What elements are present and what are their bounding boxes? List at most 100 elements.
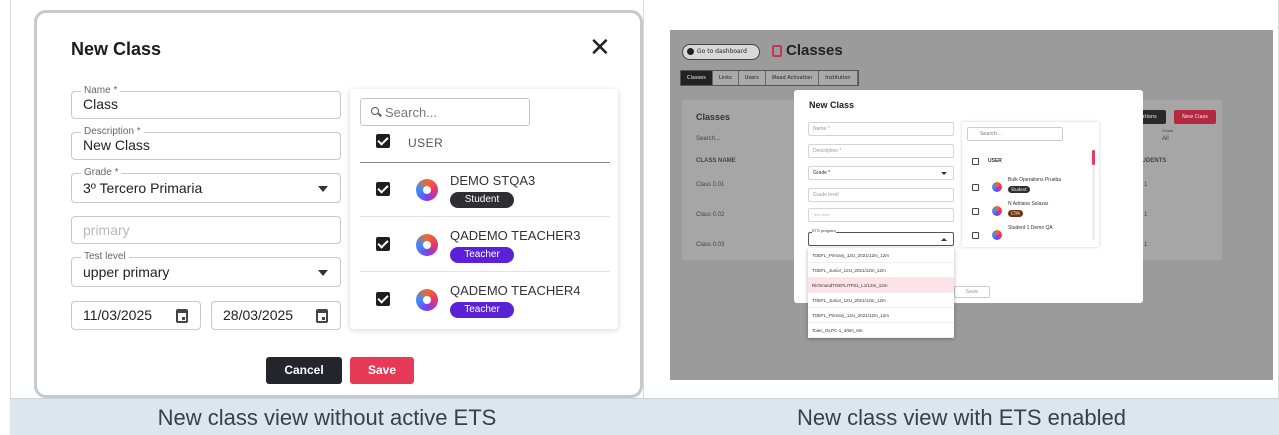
ets-option[interactable]: Toiec_OLPC-1_3/6m_6m [808, 323, 954, 338]
cancel-button[interactable]: Cancel [266, 357, 342, 384]
user-checkbox[interactable] [376, 292, 390, 306]
tab-users[interactable]: Users [739, 71, 766, 85]
search-icon [371, 107, 379, 115]
chevron-down-icon [318, 270, 328, 276]
tab-links[interactable]: Links [713, 71, 739, 85]
user-selection-panel: Search... USER DEMO STQA3 Student QADEMO… [350, 89, 618, 329]
end-date-value: 28/03/2025 [223, 307, 294, 323]
ets-dialog-title: New Class [809, 100, 855, 110]
ets-user-header: USER [988, 158, 1002, 164]
grade-filter-value[interactable]: All [1162, 136, 1169, 142]
user-avatar [416, 179, 438, 201]
calendar-icon[interactable] [316, 309, 328, 323]
ets-option[interactable]: TOEFL_Junior_12U_2021/12m_12m [808, 293, 954, 308]
ets-user-checkbox[interactable] [972, 184, 979, 191]
name-field[interactable]: Name * Class [71, 85, 341, 119]
grade-level-placeholder: primary [83, 222, 130, 238]
role-badge: Student [450, 192, 514, 208]
ets-role-badge: CTM [1008, 210, 1023, 217]
ets-save-button[interactable]: Save [954, 286, 990, 298]
caption-left: New class view without active ETS [157, 405, 497, 430]
ets-option[interactable]: TOEFL_Primary_12U_2021/12m_12m [808, 308, 954, 323]
user-name: DEMO STQA3 [450, 173, 536, 188]
ets-screenshot: Go to dashboard Classes Classes Links Us… [670, 30, 1273, 380]
class-row[interactable]: Class 0.01 [696, 182, 724, 188]
test-level-select[interactable]: Test level upper primary [71, 251, 341, 287]
card-title: Classes [696, 112, 731, 122]
user-avatar [416, 289, 438, 311]
name-label: Name * [81, 85, 121, 96]
new-class-button[interactable]: New Class [1174, 110, 1216, 124]
grade-label: Grade * [81, 167, 122, 178]
description-field[interactable]: Description * New Class [71, 126, 341, 160]
user-avatar [992, 182, 1002, 192]
class-name-header: CLASS NAME [696, 158, 736, 164]
go-to-dashboard-button[interactable]: Go to dashboard [682, 44, 760, 60]
clipboard-icon [772, 45, 782, 57]
user-search-input[interactable]: Search... [360, 98, 530, 126]
start-date-value: 11/03/2025 [83, 307, 153, 323]
grade-level-field[interactable]: primary [71, 216, 341, 244]
comparison-figure: New Class ✕ Name * Class Description * N… [0, 0, 1279, 435]
ets-program-select[interactable]: ETS program [808, 228, 954, 246]
ets-name-field[interactable]: Name * [808, 122, 954, 136]
start-date-field[interactable]: 11/03/2025 [71, 301, 201, 330]
test-level-value: upper primary [83, 264, 170, 280]
tab-institution[interactable]: Institution [819, 71, 858, 85]
chevron-down-icon [318, 186, 328, 192]
ets-user-panel: Search... USER Bulk Operations Prueba St… [962, 122, 1099, 247]
save-button[interactable]: Save [350, 357, 414, 384]
ets-option[interactable]: TOEFL_Primary_12U_2021/12m_12m [808, 248, 954, 263]
ets-role-badge: Student [1008, 186, 1030, 193]
description-label: Description * [81, 126, 144, 137]
student-count: 1 [1144, 212, 1148, 218]
user-checkbox[interactable] [376, 182, 390, 196]
calendar-icon[interactable] [176, 309, 188, 323]
role-badge: Teacher [450, 247, 514, 263]
ets-test-level-select[interactable]: Test level [808, 208, 954, 222]
user-avatar [992, 230, 1002, 240]
user-checkbox[interactable] [376, 237, 390, 251]
grade-filter-label: Grade [1162, 128, 1174, 133]
user-name: QADEMO TEACHER3 [450, 228, 581, 243]
class-row[interactable]: Class 0.02 [696, 212, 724, 218]
tab-iread-activation[interactable]: iRead Activation [766, 71, 820, 85]
ets-user-name: Student 1 Demo QA [1008, 225, 1053, 231]
card-search[interactable]: Search... [696, 136, 720, 142]
row-divider [360, 271, 610, 272]
tab-bar: Classes Links Users iRead Activation Ins… [680, 70, 859, 86]
ets-option[interactable]: TOEFL_Junior_12U_2021/12m_12m [808, 263, 954, 278]
chevron-down-icon [941, 172, 947, 175]
ets-grade-select[interactable]: Grade * [808, 166, 954, 180]
grade-value: 3º Tercero Primaria [83, 180, 203, 196]
search-placeholder: Search... [385, 105, 438, 120]
student-count: 1 [1144, 182, 1148, 188]
ets-program-dropdown: TOEFL_Primary_12U_2021/12m_12m TOEFL_Jun… [808, 248, 954, 338]
class-row[interactable]: Class 0.03 [696, 242, 724, 248]
ets-user-name: Bulk Operations Prueba [1008, 177, 1062, 183]
ets-user-search[interactable]: Search... [967, 127, 1063, 141]
ets-user-checkbox[interactable] [972, 232, 979, 239]
close-icon[interactable]: ✕ [589, 35, 611, 61]
new-class-dialog: New Class ✕ Name * Class Description * N… [34, 10, 643, 398]
ets-option[interactable]: RichmondTOEFLITP21_L1/12m_12m [808, 278, 954, 293]
ets-description-field[interactable]: Description * [808, 144, 954, 158]
user-column-header: USER [408, 136, 444, 150]
student-count: 1 [1144, 242, 1148, 248]
select-all-checkbox[interactable] [376, 134, 390, 148]
end-date-field[interactable]: 28/03/2025 [211, 301, 341, 330]
ets-select-all-checkbox[interactable] [972, 158, 979, 165]
header-divider [360, 162, 610, 163]
ets-grade-level-field[interactable]: Grade level [808, 188, 954, 202]
row-divider [360, 216, 610, 217]
grade-select[interactable]: Grade * 3º Tercero Primaria [71, 167, 341, 203]
caption-row: New class view without active ETS New cl… [10, 398, 1279, 435]
role-badge: Teacher [450, 302, 514, 318]
scrollbar[interactable] [1092, 150, 1095, 240]
tab-classes[interactable]: Classes [681, 71, 713, 85]
ets-user-name: N Adriana Solazar [1008, 201, 1049, 207]
ets-program-label: ETS program [812, 228, 836, 234]
ets-user-checkbox[interactable] [972, 208, 979, 215]
ets-grade-label: Grade * [813, 170, 831, 176]
caption-right: New class view with ETS enabled [797, 405, 1126, 430]
